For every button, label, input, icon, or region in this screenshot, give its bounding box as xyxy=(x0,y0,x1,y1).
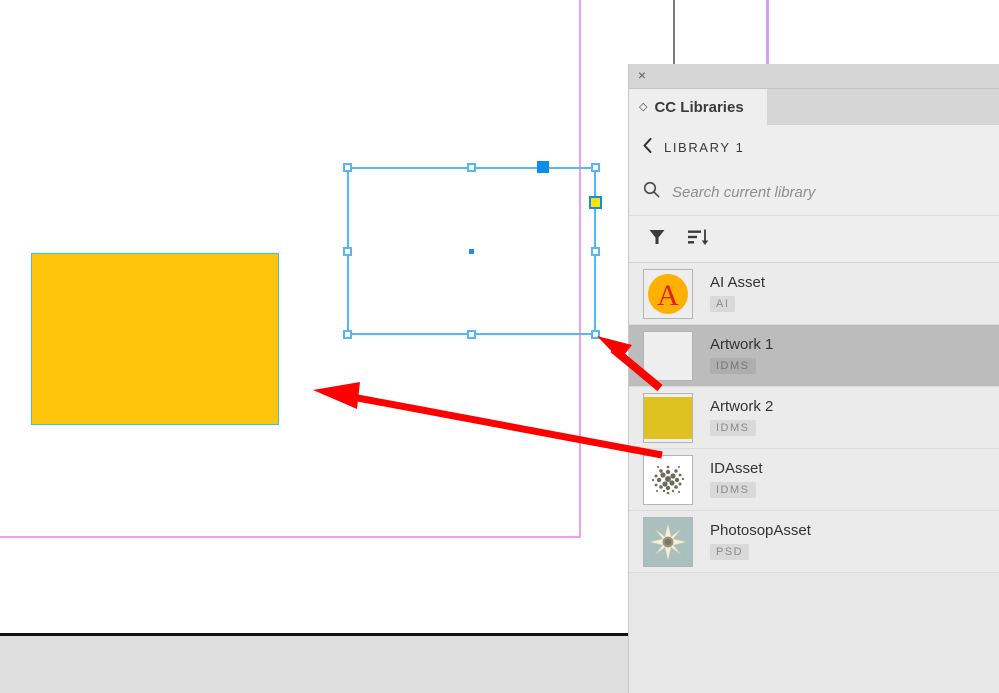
asset-extension-badge: AI xyxy=(710,295,736,312)
list-item[interactable]: Artwork 1 IDMS xyxy=(629,325,999,387)
selection-handle-top-left[interactable] xyxy=(343,163,352,172)
pasteboard xyxy=(0,636,628,693)
asset-title: Artwork 2 xyxy=(710,398,774,416)
breadcrumb: LIBRARY 1 xyxy=(629,125,999,169)
asset-meta: Artwork 2 IDMS xyxy=(710,399,773,436)
selection-handle-middle-left[interactable] xyxy=(343,247,352,256)
list-item[interactable]: A AI Asset AI xyxy=(629,263,999,325)
close-icon[interactable]: × xyxy=(635,68,649,82)
asset-title: AI Asset xyxy=(710,274,766,292)
selection-center-point xyxy=(469,249,474,254)
cc-libraries-panel: × ◇ CC Libraries LIBRARY 1 Search curren… xyxy=(628,64,999,693)
selection-handle-bottom-center[interactable] xyxy=(467,330,476,339)
search-input[interactable] xyxy=(672,183,999,201)
selection-handle-top-active[interactable] xyxy=(537,161,549,173)
asset-extension-badge: IDMS xyxy=(710,481,756,498)
selection-frame[interactable] xyxy=(343,161,602,339)
selection-handle-bottom-right[interactable] xyxy=(591,330,600,339)
asset-thumbnail-blank xyxy=(643,330,693,381)
asset-meta: AI Asset AI xyxy=(710,275,765,312)
selection-handle-bottom-left[interactable] xyxy=(343,330,352,339)
selection-reference-point-handle[interactable] xyxy=(589,196,602,209)
filter-icon[interactable] xyxy=(647,227,667,252)
list-item[interactable]: PhotosopAsset PSD xyxy=(629,511,999,573)
tab-cc-libraries[interactable]: ◇ CC Libraries xyxy=(629,89,767,125)
asset-title: IDAsset xyxy=(710,460,763,478)
page-margin-guide-vertical-top xyxy=(766,0,769,66)
asset-thumbnail-yellow xyxy=(643,392,693,443)
search-icon xyxy=(643,181,660,203)
panel-titlebar[interactable]: × xyxy=(629,64,999,89)
asset-title: Artwork 1 xyxy=(710,336,774,354)
collapse-diamond-icon[interactable]: ◇ xyxy=(639,101,647,113)
asset-thumbnail-starburst xyxy=(643,516,693,567)
asset-extension-badge: IDMS xyxy=(710,419,756,436)
selection-handle-top-right[interactable] xyxy=(591,163,600,172)
list-item[interactable]: IDAsset IDMS xyxy=(629,449,999,511)
list-item[interactable]: Artwork 2 IDMS xyxy=(629,387,999,449)
panel-tabstrip: ◇ CC Libraries xyxy=(629,89,999,125)
back-chevron-icon[interactable] xyxy=(643,138,652,156)
asset-extension-badge: PSD xyxy=(710,543,750,560)
asset-extension-badge: IDMS xyxy=(710,357,756,374)
asset-meta: PhotosopAsset PSD xyxy=(710,523,811,560)
panel-body: LIBRARY 1 Search current library A AI As… xyxy=(629,125,999,693)
selection-handle-top-center[interactable] xyxy=(467,163,476,172)
asset-thumbnail-ai: A xyxy=(643,268,693,319)
asset-title: PhotosopAsset xyxy=(710,522,811,540)
selection-handle-middle-right[interactable] xyxy=(591,247,600,256)
yellow-artwork-rectangle[interactable] xyxy=(31,253,279,425)
asset-thumbnail-scatter xyxy=(643,454,693,505)
sort-icon[interactable] xyxy=(687,227,709,252)
page-frame-line xyxy=(673,0,675,66)
breadcrumb-library-name[interactable]: LIBRARY 1 xyxy=(664,140,744,155)
list-toolbar xyxy=(629,216,999,263)
search-row[interactable] xyxy=(629,169,999,216)
svg-text:A: A xyxy=(657,279,679,312)
asset-list[interactable]: A AI Asset AI Artwork 1 IDMS Artwork 2 I… xyxy=(629,263,999,693)
tab-label: CC Libraries xyxy=(654,98,744,116)
asset-meta: Artwork 1 IDMS xyxy=(710,337,773,374)
application-window: × ◇ CC Libraries LIBRARY 1 Search curren… xyxy=(0,0,999,693)
margin-guide-horizontal xyxy=(0,536,581,538)
asset-meta: IDAsset IDMS xyxy=(710,461,763,498)
